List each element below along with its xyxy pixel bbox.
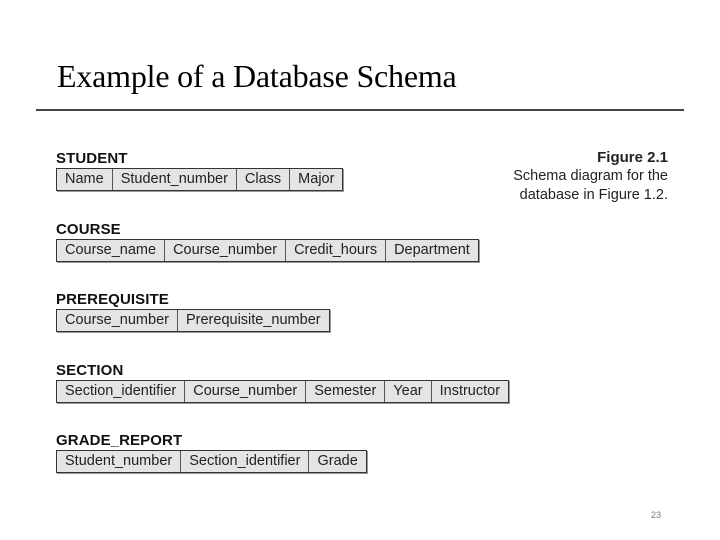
attribute-cell: Grade <box>317 453 358 469</box>
attribute-cell: Course_number <box>185 381 307 402</box>
attribute-row: Course_name Course_number Credit_hours D… <box>56 239 479 262</box>
attribute-cell: Course_name <box>57 240 166 261</box>
figure-caption-line-1: Schema diagram for the <box>513 168 668 184</box>
relation-name: SECTION <box>56 362 124 379</box>
relation-course: COURSE Course_name Course_number Credit_… <box>56 222 479 262</box>
attribute-cell: Year <box>385 381 432 402</box>
relation-grade-report: GRADE_REPORT Student_number Section_iden… <box>56 433 367 473</box>
attribute-cell: Name <box>57 169 113 190</box>
attribute-cell: Semester <box>306 381 386 402</box>
page-number: 23 <box>651 510 662 520</box>
attribute-cell: Course_number <box>57 310 178 331</box>
relation-prerequisite: PREREQUISITE Course_number Prerequisite_… <box>56 292 330 332</box>
figure-caption-line-2: database in Figure 1.2. <box>519 187 668 203</box>
attribute-row: Course_number Prerequisite_number <box>56 309 330 332</box>
relation-section: SECTION Section_identifier Course_number… <box>56 362 510 403</box>
relation-name: STUDENT <box>56 150 128 167</box>
attribute-row: Student_number Section_identifier Grade <box>56 450 367 473</box>
attribute-cell: Department <box>394 242 470 258</box>
attribute-cell: Course_number <box>165 240 287 261</box>
relation-name: GRADE_REPORT <box>56 432 183 449</box>
attribute-cell: Student_number <box>113 169 237 190</box>
attribute-row: Section_identifier Course_number Semeste… <box>56 380 510 403</box>
attribute-cell: Prerequisite_number <box>185 312 321 328</box>
attribute-cell: Credit_hours <box>286 240 387 261</box>
attribute-row: Name Student_number Class Major <box>56 168 344 191</box>
slide-title: Example of a Database Schema <box>57 58 457 94</box>
figure-caption: Figure 2.1 Schema diagram for the databa… <box>513 148 668 205</box>
title-divider <box>36 109 684 111</box>
attribute-cell: Class <box>237 169 291 190</box>
relation-name: PREREQUISITE <box>56 291 169 308</box>
relation-student: STUDENT Name Student_number Class Major <box>56 150 344 191</box>
relation-name: COURSE <box>56 221 121 238</box>
attribute-cell: Instructor <box>439 383 501 399</box>
attribute-cell: Student_number <box>57 451 182 472</box>
attribute-cell: Section_identifier <box>57 381 186 402</box>
attribute-cell: Section_identifier <box>181 451 310 472</box>
attribute-cell: Major <box>298 171 335 187</box>
figure-number: Figure 2.1 <box>597 149 668 166</box>
